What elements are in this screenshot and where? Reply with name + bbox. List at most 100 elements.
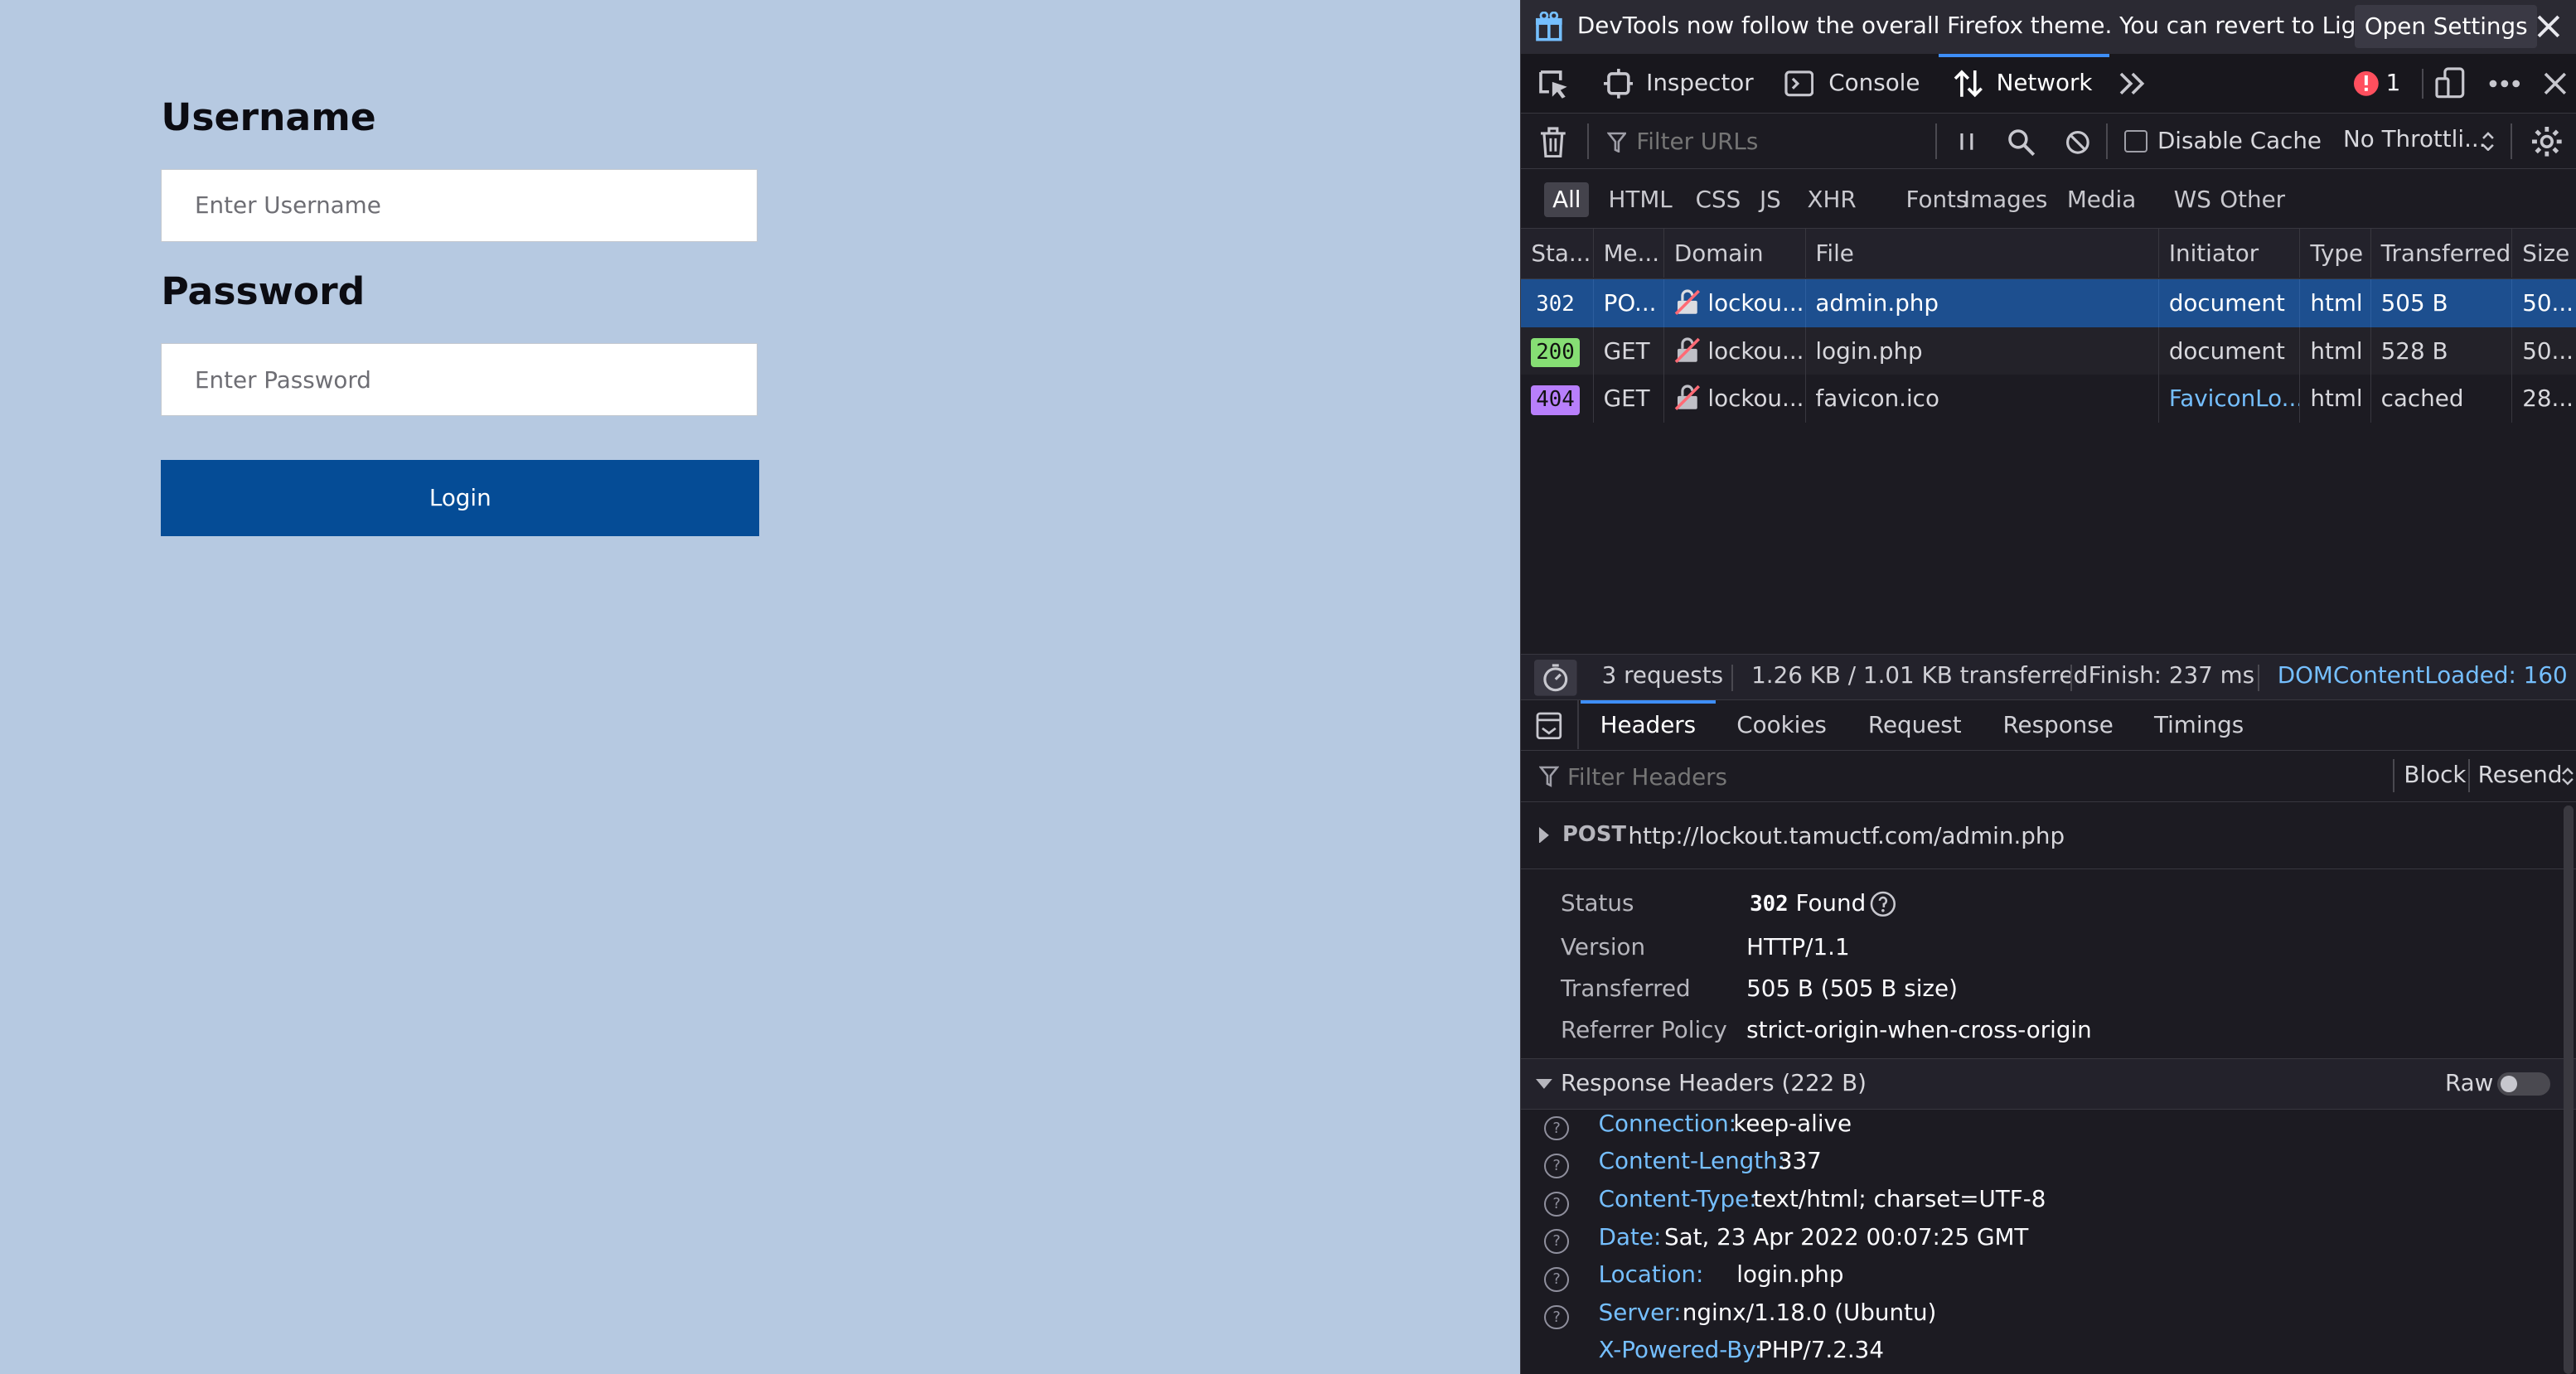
- pause-icon[interactable]: [1955, 130, 1978, 153]
- toggle-sidebar-icon[interactable]: [1536, 712, 1562, 740]
- request-domain: lockou...: [1707, 385, 1804, 413]
- username-input[interactable]: [161, 169, 758, 242]
- request-file: favicon.ico: [1806, 375, 2159, 423]
- request-initiator: document: [2159, 279, 2301, 327]
- header-name: Content-Length:: [1598, 1147, 1786, 1175]
- gift-icon: [1536, 11, 1563, 41]
- close-notice-icon[interactable]: [2535, 13, 2562, 40]
- tab-console[interactable]: Console: [1768, 54, 1932, 111]
- search-icon[interactable]: [2007, 128, 2036, 157]
- more-tabs-chevron-icon[interactable]: [2118, 70, 2147, 97]
- close-devtools-icon[interactable]: [2544, 72, 2567, 95]
- tab-cookies[interactable]: Cookies: [1736, 700, 1827, 749]
- help-icon[interactable]: ?: [1544, 1115, 1569, 1141]
- username-label: Username: [161, 95, 376, 140]
- responsive-design-icon[interactable]: [2435, 67, 2468, 100]
- help-icon[interactable]: ?: [1544, 1154, 1569, 1178]
- column-method[interactable]: Me...: [1594, 228, 1664, 278]
- request-url: http://lockout.tamuctf.com/admin.php: [1628, 821, 2065, 849]
- tab-request[interactable]: Request: [1868, 700, 1962, 749]
- divider: [2422, 69, 2424, 99]
- column-domain[interactable]: Domain: [1664, 228, 1806, 278]
- select-arrows-icon: [2482, 131, 2494, 152]
- help-icon[interactable]: ?: [1544, 1191, 1569, 1217]
- devtools-panel: DevTools now follow the overall Firefox …: [1520, 0, 2576, 1374]
- filter-other[interactable]: Other: [2211, 182, 2293, 217]
- insecure-lock-icon: [1674, 289, 1700, 316]
- login-button[interactable]: Login: [161, 460, 760, 536]
- trash-icon[interactable]: [1539, 127, 1567, 158]
- tab-network[interactable]: Network: [1939, 54, 2110, 111]
- throttling-select[interactable]: No Throttli...: [2343, 125, 2486, 152]
- transferred-row: Transferred 505 B (505 B size): [1521, 975, 2576, 1008]
- performance-stopwatch-icon[interactable]: [1534, 660, 1577, 696]
- table-row[interactable]: 200 GET lockou... login.php document htm…: [1521, 327, 2576, 375]
- disable-cache-checkbox[interactable]: [2124, 129, 2148, 153]
- column-initiator[interactable]: Initiator: [2159, 228, 2301, 278]
- referrer-policy-row: Referrer Policy strict-origin-when-cross…: [1521, 1016, 2576, 1049]
- collapse-triangle-icon[interactable]: [1536, 1077, 1553, 1091]
- response-header-line: ? Date: Sat, 23 Apr 2022 00:07:25 GMT: [1521, 1223, 2576, 1261]
- more-options-icon[interactable]: [2488, 79, 2521, 89]
- summary-finish: Finish: 237 ms: [2088, 661, 2255, 689]
- type-filter-bar: All HTML CSS JS XHR Fonts Images Media W…: [1521, 171, 2576, 229]
- tab-headers[interactable]: Headers: [1580, 699, 1716, 749]
- error-icon[interactable]: [2353, 70, 2380, 97]
- raw-toggle[interactable]: [2497, 1072, 2550, 1096]
- column-status[interactable]: Sta...: [1521, 228, 1594, 278]
- response-headers-section[interactable]: Response Headers (222 B) Raw: [1521, 1058, 2576, 1110]
- console-icon: [1784, 70, 1814, 97]
- request-type: html: [2300, 279, 2371, 327]
- column-transferred[interactable]: Transferred: [2371, 228, 2513, 278]
- filter-urls-input[interactable]: [1633, 121, 1926, 162]
- column-file[interactable]: File: [1806, 228, 2159, 278]
- header-value: keep-alive: [1733, 1109, 1852, 1137]
- password-input[interactable]: [161, 343, 758, 416]
- status-badge: 404: [1531, 385, 1580, 415]
- tab-inspector[interactable]: Inspector: [1587, 54, 1761, 111]
- help-icon[interactable]: ?: [1544, 1267, 1569, 1292]
- expand-triangle-icon[interactable]: [1537, 826, 1551, 844]
- request-initiator-link[interactable]: FaviconLo...: [2159, 375, 2301, 423]
- response-headers-title: Response Headers (222 B): [1561, 1069, 1867, 1097]
- help-icon[interactable]: ?: [1544, 1229, 1569, 1255]
- tab-timings[interactable]: Timings: [2154, 700, 2244, 749]
- request-summary-line[interactable]: POST http://lockout.tamuctf.com/admin.ph…: [1521, 802, 2576, 870]
- referrer-policy-value: strict-origin-when-cross-origin: [1746, 1015, 2092, 1043]
- header-value: text/html; charset=UTF-8: [1753, 1184, 2046, 1212]
- details-scrollbar[interactable]: [2563, 805, 2574, 1374]
- table-row[interactable]: 302 PO... lockou... admin.php document h…: [1521, 279, 2576, 327]
- requests-empty-area: [1521, 422, 2576, 655]
- block-button[interactable]: Block: [2404, 761, 2466, 788]
- filter-headers-input[interactable]: [1564, 757, 2222, 796]
- tab-response[interactable]: Response: [2003, 700, 2114, 749]
- version-value: HTTP/1.1: [1746, 933, 1850, 961]
- error-count: 1: [2385, 69, 2401, 97]
- open-settings-button[interactable]: Open Settings: [2354, 4, 2538, 48]
- request-file: admin.php: [1806, 279, 2159, 327]
- devtools-tab-bar: Inspector Console Network 1: [1521, 54, 2576, 114]
- filter-js[interactable]: JS: [1751, 182, 1789, 217]
- table-row[interactable]: 404 GET lockou... favicon.ico FaviconLo.…: [1521, 375, 2576, 423]
- settings-gear-icon[interactable]: [2530, 125, 2564, 158]
- network-icon: [1954, 70, 1983, 98]
- element-picker-icon[interactable]: [1537, 69, 1571, 99]
- filter-all[interactable]: All: [1544, 182, 1590, 217]
- response-header-line: ? Server: nginx/1.18.0 (Ubuntu): [1521, 1299, 2576, 1337]
- filter-html[interactable]: HTML: [1600, 182, 1681, 217]
- block-requests-icon[interactable]: [2065, 130, 2090, 155]
- help-icon[interactable]: [1870, 891, 1896, 917]
- filter-xhr[interactable]: XHR: [1799, 182, 1865, 217]
- transferred-value: 505 B (505 B size): [1746, 975, 1958, 1003]
- column-size[interactable]: Size: [2512, 229, 2576, 278]
- filter-css[interactable]: CSS: [1687, 182, 1749, 217]
- request-domain: lockou...: [1707, 289, 1804, 317]
- header-value: PHP/7.2.34: [1758, 1336, 1884, 1364]
- help-icon[interactable]: ?: [1544, 1304, 1569, 1330]
- status-code: 302: [1750, 891, 1789, 917]
- resend-button[interactable]: Resend: [2478, 761, 2563, 788]
- request-file: login.php: [1806, 327, 2159, 375]
- column-type[interactable]: Type: [2300, 228, 2371, 278]
- filter-images[interactable]: Images: [1955, 182, 2055, 217]
- filter-media[interactable]: Media: [2059, 182, 2144, 217]
